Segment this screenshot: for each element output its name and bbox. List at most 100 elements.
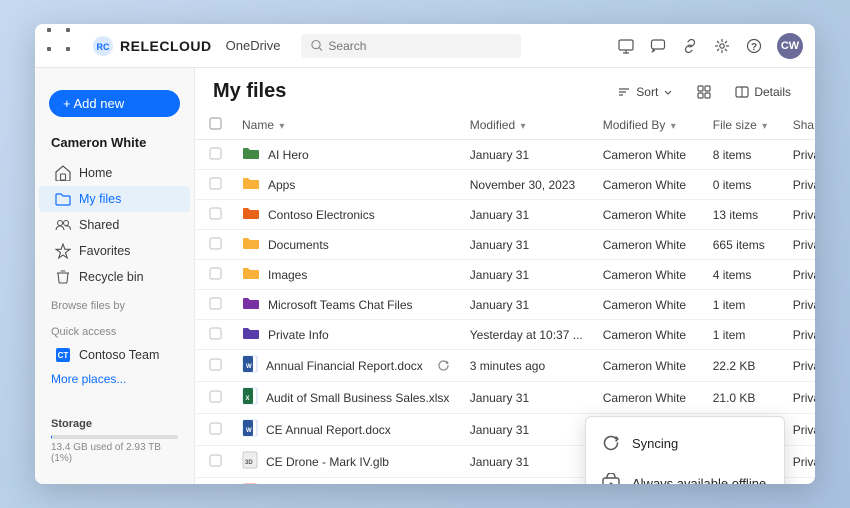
row-checkbox[interactable] (195, 414, 232, 446)
more-places-link[interactable]: More places... (35, 368, 194, 390)
row-checkbox[interactable] (195, 140, 232, 170)
file-name-cell[interactable]: Documents (232, 230, 460, 260)
table-row[interactable]: W Annual Financial Report.docx 3 minutes… (195, 350, 815, 382)
sort-arrow: ▾ (762, 121, 767, 132)
add-new-button[interactable]: + Add new (49, 90, 180, 117)
file-modified: January 31 (460, 290, 593, 320)
row-checkbox[interactable] (195, 170, 232, 200)
popup-syncing-label: Syncing (632, 436, 678, 451)
grid-icon[interactable] (47, 28, 82, 63)
file-sharing: Private (783, 260, 815, 290)
file-modified: January 31 (460, 446, 593, 478)
col-modified-header[interactable]: Modified ▾ (460, 111, 593, 140)
row-checkbox[interactable] (195, 230, 232, 260)
file-name-cell[interactable]: X Audit of Small Business Sales.xlsx (232, 382, 460, 414)
row-checkbox[interactable] (195, 446, 232, 478)
help-icon[interactable]: ? (745, 37, 763, 55)
home-icon (55, 165, 71, 181)
file-size: 1 item (703, 290, 783, 320)
file-name-cell[interactable]: Images (232, 260, 460, 290)
storage-bar (51, 435, 178, 439)
logo-text: RELECLOUD (120, 38, 212, 54)
file-name-cell[interactable]: Contoso Electronics (232, 200, 460, 230)
search-input[interactable] (328, 39, 510, 53)
sidebar-item-shared[interactable]: Shared (39, 212, 190, 238)
popup-item-always-offline[interactable]: Always available offline (586, 463, 784, 484)
row-checkbox[interactable] (195, 478, 232, 485)
table-row[interactable]: Apps November 30, 2023 Cameron White 0 i… (195, 170, 815, 200)
svg-text:CT: CT (58, 351, 69, 360)
search-bar[interactable] (301, 34, 521, 58)
table-row[interactable]: Contoso Electronics January 31 Cameron W… (195, 200, 815, 230)
svg-text:W: W (246, 364, 252, 370)
file-modifiedby: Cameron White (593, 140, 703, 170)
file-name: Microsoft Teams Chat Files (268, 298, 413, 312)
sort-button[interactable]: Sort (611, 81, 679, 103)
file-modified: January 31 (460, 414, 593, 446)
row-checkbox[interactable] (195, 290, 232, 320)
col-name-header[interactable]: Name ▾ (232, 111, 460, 140)
monitor-icon[interactable] (617, 37, 635, 55)
popup-item-syncing[interactable]: Syncing (586, 423, 784, 463)
file-name-cell[interactable]: Apps (232, 170, 460, 200)
table-row[interactable]: Microsoft Teams Chat Files January 31 Ca… (195, 290, 815, 320)
file-name-cell[interactable]: W CE Annual Report.docx (232, 414, 460, 446)
file-type-icon (242, 145, 260, 164)
file-modified: November 30, 2023 (460, 170, 593, 200)
sidebar-item-label: Contoso Team (79, 348, 159, 362)
file-name: CE Drone - Mark IV.glb (266, 455, 389, 469)
file-modifiedby: Cameron White (593, 230, 703, 260)
file-name-cell[interactable]: PDF Contoso Business Card.pdf (232, 478, 460, 485)
details-button[interactable]: Details (729, 81, 797, 103)
file-size: 13 items (703, 200, 783, 230)
file-sharing: Private (783, 350, 815, 382)
file-name-cell[interactable]: W Annual Financial Report.docx (232, 350, 460, 382)
file-type-icon (242, 175, 260, 194)
file-modified: January 31 (460, 230, 593, 260)
file-name-cell[interactable]: Microsoft Teams Chat Files (232, 290, 460, 320)
svg-text:X: X (246, 396, 250, 402)
row-checkbox[interactable] (195, 260, 232, 290)
table-row[interactable]: X Audit of Small Business Sales.xlsx Jan… (195, 382, 815, 414)
file-name-cell[interactable]: AI Hero (232, 140, 460, 170)
sidebar-item-label: Favorites (79, 244, 130, 258)
row-checkbox[interactable] (195, 200, 232, 230)
col-modifiedby-header[interactable]: Modified By ▾ (593, 111, 703, 140)
file-modified: Yesterday at 10:37 ... (460, 320, 593, 350)
chat-icon[interactable] (649, 37, 667, 55)
details-icon (735, 85, 749, 99)
avatar[interactable]: CW (777, 33, 803, 59)
sidebar-username: Cameron White (35, 131, 194, 160)
sidebar-item-contoso-team[interactable]: CT Contoso Team (39, 342, 190, 368)
body: + Add new Cameron White Home My files Sh… (35, 68, 815, 484)
table-row[interactable]: Images January 31 Cameron White 4 items … (195, 260, 815, 290)
row-checkbox[interactable] (195, 350, 232, 382)
folder-icon (55, 191, 71, 207)
link-icon[interactable] (681, 37, 699, 55)
col-sharing-header[interactable]: Sharing (783, 111, 815, 140)
col-filesize-header[interactable]: File size ▾ (703, 111, 783, 140)
file-name: Images (268, 268, 307, 282)
file-sharing: Private (783, 414, 815, 446)
sidebar-item-myfiles[interactable]: My files (39, 186, 190, 212)
table-row[interactable]: Private Info Yesterday at 10:37 ... Came… (195, 320, 815, 350)
view-button[interactable] (691, 81, 717, 103)
settings-icon[interactable] (713, 37, 731, 55)
file-type-icon: W (242, 419, 258, 440)
sidebar-item-favorites[interactable]: Favorites (39, 238, 190, 264)
file-name: Documents (268, 238, 329, 252)
row-checkbox[interactable] (195, 382, 232, 414)
sidebar-item-recycle[interactable]: Recycle bin (39, 264, 190, 290)
file-type-icon: X (242, 387, 258, 408)
table-row[interactable]: AI Hero January 31 Cameron White 8 items… (195, 140, 815, 170)
file-modified: January 31 (460, 260, 593, 290)
sidebar-item-home[interactable]: Home (39, 160, 190, 186)
file-modifiedby: Cameron White (593, 260, 703, 290)
table-row[interactable]: Documents January 31 Cameron White 665 i… (195, 230, 815, 260)
file-size: 21.0 KB (703, 382, 783, 414)
row-checkbox[interactable] (195, 320, 232, 350)
file-sharing: Private (783, 140, 815, 170)
col-checkbox[interactable] (195, 111, 232, 140)
file-name-cell[interactable]: 3D CE Drone - Mark IV.glb (232, 446, 460, 478)
file-name-cell[interactable]: Private Info (232, 320, 460, 350)
